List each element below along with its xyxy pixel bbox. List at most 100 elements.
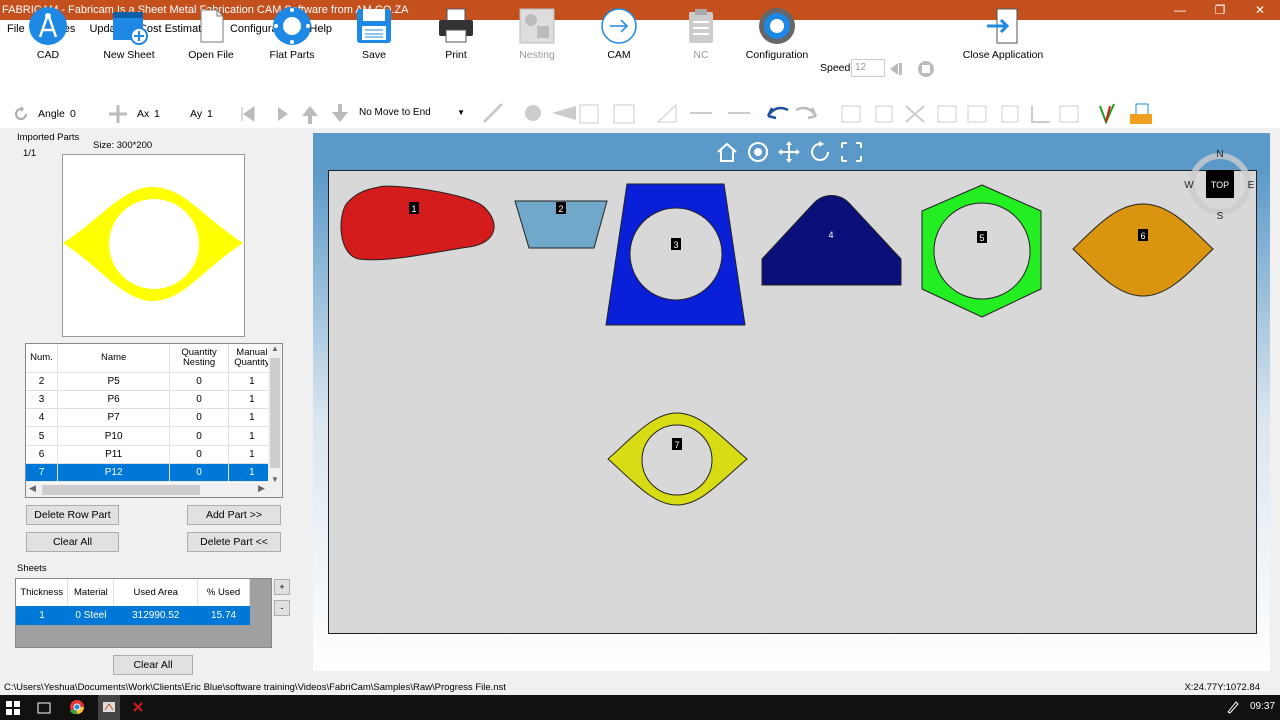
recorder-icon[interactable]	[131, 700, 145, 714]
reset-view-icon[interactable]	[811, 141, 829, 161]
table-row[interactable]: 6 P11 0 1	[26, 445, 277, 464]
delete-part-button[interactable]: Delete Part <<	[187, 532, 281, 552]
clear-all-parts-button[interactable]: Clear All	[26, 532, 119, 552]
sheet-row[interactable]: 10 Steel 312990.52 15.74	[16, 606, 250, 625]
h-scroll-thumb[interactable]	[42, 485, 200, 495]
move-option-select[interactable]: No Move to End ▼	[356, 104, 468, 122]
fabricam-taskbar-button[interactable]	[98, 695, 120, 720]
configuration-button[interactable]: Configuration	[737, 4, 817, 62]
save-label: Save	[362, 49, 386, 61]
sheet-canvas[interactable]: 1 2 3 4 5 6 7	[328, 170, 1257, 634]
row-qn: 0	[169, 445, 229, 464]
clock: 09:37	[1250, 701, 1276, 712]
speed-label: Speed	[820, 62, 851, 74]
row-qn: 0	[169, 426, 229, 446]
scroll-thumb[interactable]	[270, 358, 280, 468]
close-button[interactable]: ✕	[1240, 0, 1280, 20]
pan-icon[interactable]	[778, 141, 800, 163]
part-label-2: 2	[558, 204, 563, 214]
fit-view-icon[interactable]	[841, 142, 862, 162]
add-part-button[interactable]: Add Part >>	[187, 505, 281, 525]
vertical-scrollbar[interactable]: ▲ ▼	[268, 344, 282, 484]
view-compass[interactable]: TOP N S W E	[1182, 146, 1258, 222]
remove-sheet-button[interactable]: -	[274, 600, 290, 616]
new-sheet-label: New Sheet	[103, 49, 155, 61]
home-icon[interactable]	[717, 142, 737, 162]
table-row-selected[interactable]: 7 P12 0 1	[26, 463, 277, 483]
angle-input[interactable]: 0	[70, 108, 76, 120]
delete-row-part-button[interactable]: Delete Row Part	[26, 505, 119, 525]
imported-parts-table[interactable]: Num. Name Quantity Nesting Manual Quantity …	[25, 343, 283, 498]
windows-start-icon[interactable]	[6, 701, 20, 715]
row-name: P5	[57, 372, 171, 391]
sheets-title: Sheets	[17, 563, 47, 574]
scroll-right-icon[interactable]: ▶	[258, 483, 265, 494]
nesting-button[interactable]: Nesting	[497, 4, 577, 62]
open-file-button[interactable]: Open File	[171, 4, 251, 62]
nc-label: NC	[693, 49, 709, 61]
add-sheet-button[interactable]: +	[274, 579, 290, 595]
row-qn: 0	[169, 463, 229, 483]
move-arrows-icon	[241, 104, 348, 124]
nesting-label: Nesting	[519, 49, 555, 61]
sheet-material-cell[interactable]: 0 Steel	[67, 606, 114, 625]
save-button[interactable]: Save	[334, 4, 414, 62]
print-button[interactable]: Print	[416, 4, 496, 62]
sheets-table[interactable]: Thickness Material Used Area% Used 10 Stee…	[15, 578, 272, 648]
chevron-down-icon: ▼	[457, 108, 465, 117]
cam-button[interactable]: CAM	[579, 4, 659, 62]
nc-button[interactable]: NC	[661, 4, 741, 62]
orbit-icon[interactable]	[748, 142, 768, 162]
table-row[interactable]: 5 P10 0 1	[26, 426, 277, 446]
compass-w: W	[1184, 180, 1194, 191]
scroll-left-icon[interactable]: ◀	[29, 483, 36, 494]
part-7[interactable]: 7	[607, 412, 748, 506]
part-preview	[62, 154, 245, 337]
new-sheet-button[interactable]: New Sheet	[89, 4, 169, 62]
scroll-up-icon[interactable]: ▲	[268, 344, 282, 353]
clear-all-sheets-button[interactable]: Clear All	[113, 655, 193, 675]
ay-label: Ay	[190, 108, 203, 120]
pen-icon[interactable]	[1226, 700, 1240, 714]
part-size: Size: 300*200	[93, 140, 153, 151]
move-option-value: No Move to End	[359, 107, 431, 118]
sheet-used-area: 312990.52	[113, 606, 198, 625]
ay-input[interactable]: 1	[207, 108, 213, 120]
nested-parts: 1 2 3 4 5 6 7	[340, 183, 1214, 506]
cad-button[interactable]: CAD	[8, 4, 88, 62]
table-row[interactable]: 3 P6 0 1	[26, 390, 277, 410]
task-view-icon[interactable]	[37, 701, 51, 715]
part-2[interactable]: 2	[514, 200, 608, 249]
cursor-coords: X:24.77Y:1072.84	[1184, 682, 1260, 693]
minimize-button[interactable]: —	[1160, 0, 1200, 20]
row-num: 6	[26, 445, 58, 464]
rotate-icon[interactable]	[10, 104, 32, 124]
compass-top[interactable]: TOP	[1211, 180, 1229, 190]
flat-parts-button[interactable]: Flat Parts	[252, 4, 332, 62]
taskbar: 09:37	[0, 695, 1280, 720]
speed-input[interactable]: 12	[851, 59, 885, 77]
move-icon[interactable]	[107, 104, 129, 124]
ax-input[interactable]: 1	[154, 108, 160, 120]
table-row[interactable]: 2 P5 0 1	[26, 372, 277, 391]
flat-parts-icon	[273, 7, 311, 45]
horizontal-scrollbar[interactable]: ◀ ▶	[26, 483, 282, 497]
part-3[interactable]: 3	[605, 183, 746, 326]
cam-label: CAM	[607, 49, 631, 61]
part-1[interactable]: 1	[340, 185, 495, 261]
col-pct-used: % Used	[197, 579, 250, 606]
col-num: Num.	[26, 344, 58, 373]
chrome-icon[interactable]	[69, 699, 85, 715]
table-row[interactable]: 4 P7 0 1	[26, 408, 277, 428]
file-path: C:\Users\Yeshua\Documents\Work\Clients\E…	[4, 682, 506, 693]
col-thickness: Thickness	[16, 579, 69, 606]
close-application-button[interactable]: Close Application	[962, 4, 1044, 62]
ax-label: Ax	[137, 108, 150, 120]
part-label-7: 7	[674, 440, 679, 450]
printer-icon	[439, 8, 473, 43]
restore-button[interactable]: ❐	[1200, 0, 1240, 20]
col-material: Material	[67, 579, 115, 606]
part-5[interactable]: 5	[921, 184, 1042, 318]
col-used-area: Used Area	[113, 579, 199, 606]
part-4[interactable]: 4	[761, 195, 902, 286]
